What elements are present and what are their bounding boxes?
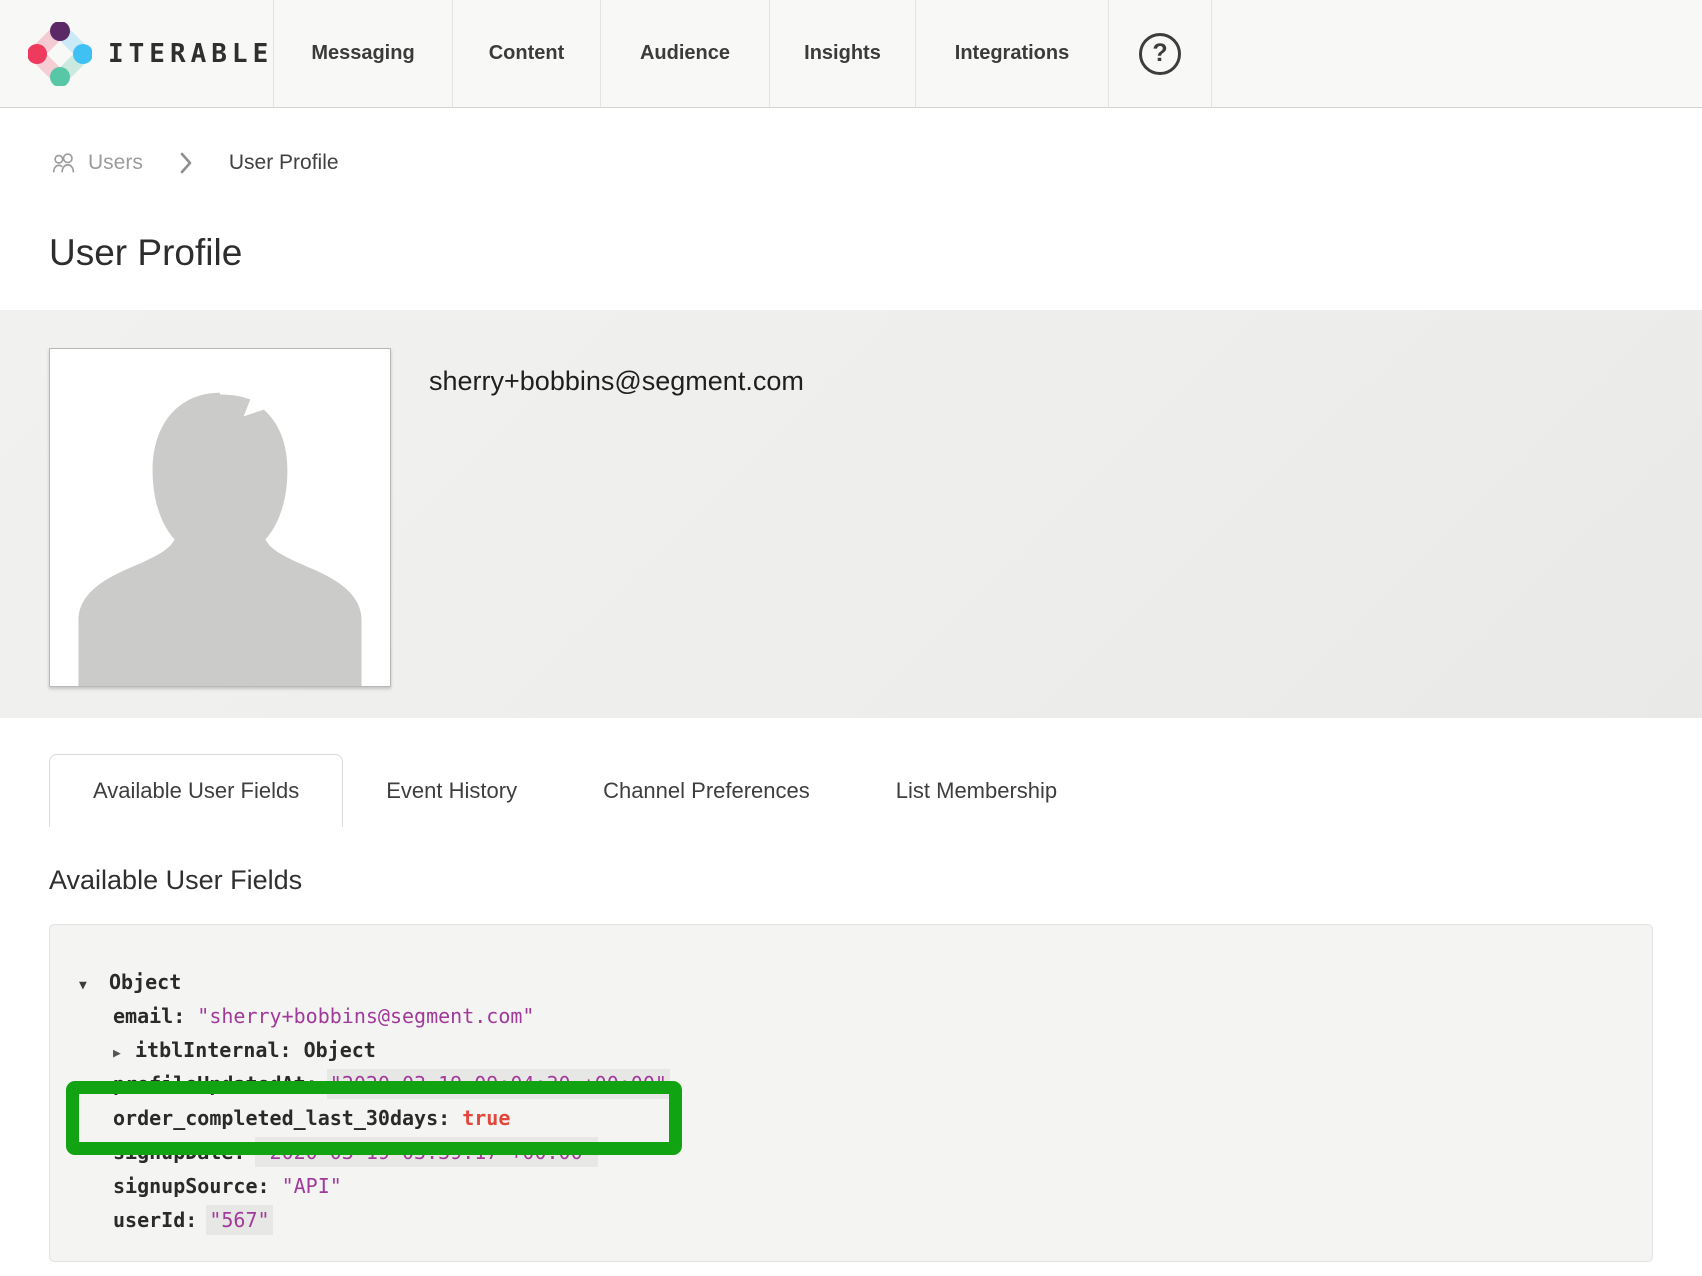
expand-arrow-icon[interactable]: ▶ <box>113 1037 135 1071</box>
user-fields-json-viewer: ▼Objectemail: "sherry+bobbins@segment.co… <box>49 924 1653 1262</box>
json-key: signupDate: <box>113 1140 258 1164</box>
chevron-right-icon <box>179 152 193 174</box>
json-row-email: email: "sherry+bobbins@segment.com" <box>79 999 1652 1033</box>
json-key: userId: <box>113 1208 209 1232</box>
nav-item-insights[interactable]: Insights <box>770 0 916 107</box>
breadcrumb: Users User Profile <box>49 148 1702 178</box>
json-value: "2020-03-19 03:39:17 +00:00" <box>258 1140 595 1164</box>
json-row-root-object: ▼Object <box>79 965 1652 999</box>
json-row-signupDate: signupDate: "2020-03-19 03:39:17 +00:00" <box>79 1135 1652 1169</box>
json-key: itblInternal: <box>135 1038 304 1062</box>
nav-item-content[interactable]: Content <box>453 0 601 107</box>
person-silhouette-icon <box>50 349 390 686</box>
collapse-arrow-icon[interactable]: ▼ <box>79 969 101 1003</box>
profile-section: sherry+bobbins@segment.com <box>0 310 1702 718</box>
help-button[interactable]: ? <box>1109 0 1212 107</box>
json-row-order_completed_last_30days: order_completed_last_30days: true <box>79 1101 1652 1135</box>
breadcrumb-current: User Profile <box>229 151 339 175</box>
breadcrumb-users-link[interactable]: Users <box>49 151 143 175</box>
tab-list-membership[interactable]: List Membership <box>853 754 1100 827</box>
iterable-logo[interactable]: ITERABLE <box>0 0 274 107</box>
nav-item-messaging[interactable]: Messaging <box>274 0 453 107</box>
json-row-itblInternal: ▶itblInternal: Object <box>79 1033 1652 1067</box>
json-key: signupSource: <box>113 1174 282 1198</box>
nav-spacer <box>1212 0 1702 107</box>
top-nav: ITERABLE MessagingContentAudienceInsight… <box>0 0 1702 108</box>
json-row-userId: userId: "567" <box>79 1203 1652 1237</box>
brand-wordmark: ITERABLE <box>108 39 273 69</box>
tab-channel-preferences[interactable]: Channel Preferences <box>560 754 853 827</box>
user-email: sherry+bobbins@segment.com <box>429 366 804 397</box>
tab-event-history[interactable]: Event History <box>343 754 560 827</box>
json-key: profileUpdatedAt: <box>113 1072 330 1096</box>
help-icon: ? <box>1139 33 1181 75</box>
json-value: Object <box>304 1038 376 1062</box>
tab-available-user-fields[interactable]: Available User Fields <box>49 754 343 827</box>
page-title: User Profile <box>49 232 1702 274</box>
nav-item-audience[interactable]: Audience <box>601 0 770 107</box>
json-key: order_completed_last_30days: <box>113 1106 462 1130</box>
json-key: Object <box>109 970 181 994</box>
json-key: email: <box>113 1004 197 1028</box>
json-value: "API" <box>282 1174 342 1198</box>
iterable-logo-icon <box>28 22 92 86</box>
section-heading: Available User Fields <box>49 865 1702 896</box>
json-value: "2020-03-19 09:04:30 +00:00" <box>330 1072 667 1096</box>
users-icon <box>49 151 79 175</box>
breadcrumb-users-label: Users <box>88 151 143 175</box>
avatar-placeholder <box>49 348 391 687</box>
json-value: "567" <box>209 1208 269 1232</box>
json-value: "sherry+bobbins@segment.com" <box>197 1004 534 1028</box>
json-value: true <box>462 1106 510 1130</box>
json-row-profileUpdatedAt: profileUpdatedAt: "2020-03-19 09:04:30 +… <box>79 1067 1652 1101</box>
nav-item-integrations[interactable]: Integrations <box>916 0 1109 107</box>
json-row-signupSource: signupSource: "API" <box>79 1169 1652 1203</box>
profile-tabs: Available User FieldsEvent HistoryChanne… <box>49 754 1702 827</box>
